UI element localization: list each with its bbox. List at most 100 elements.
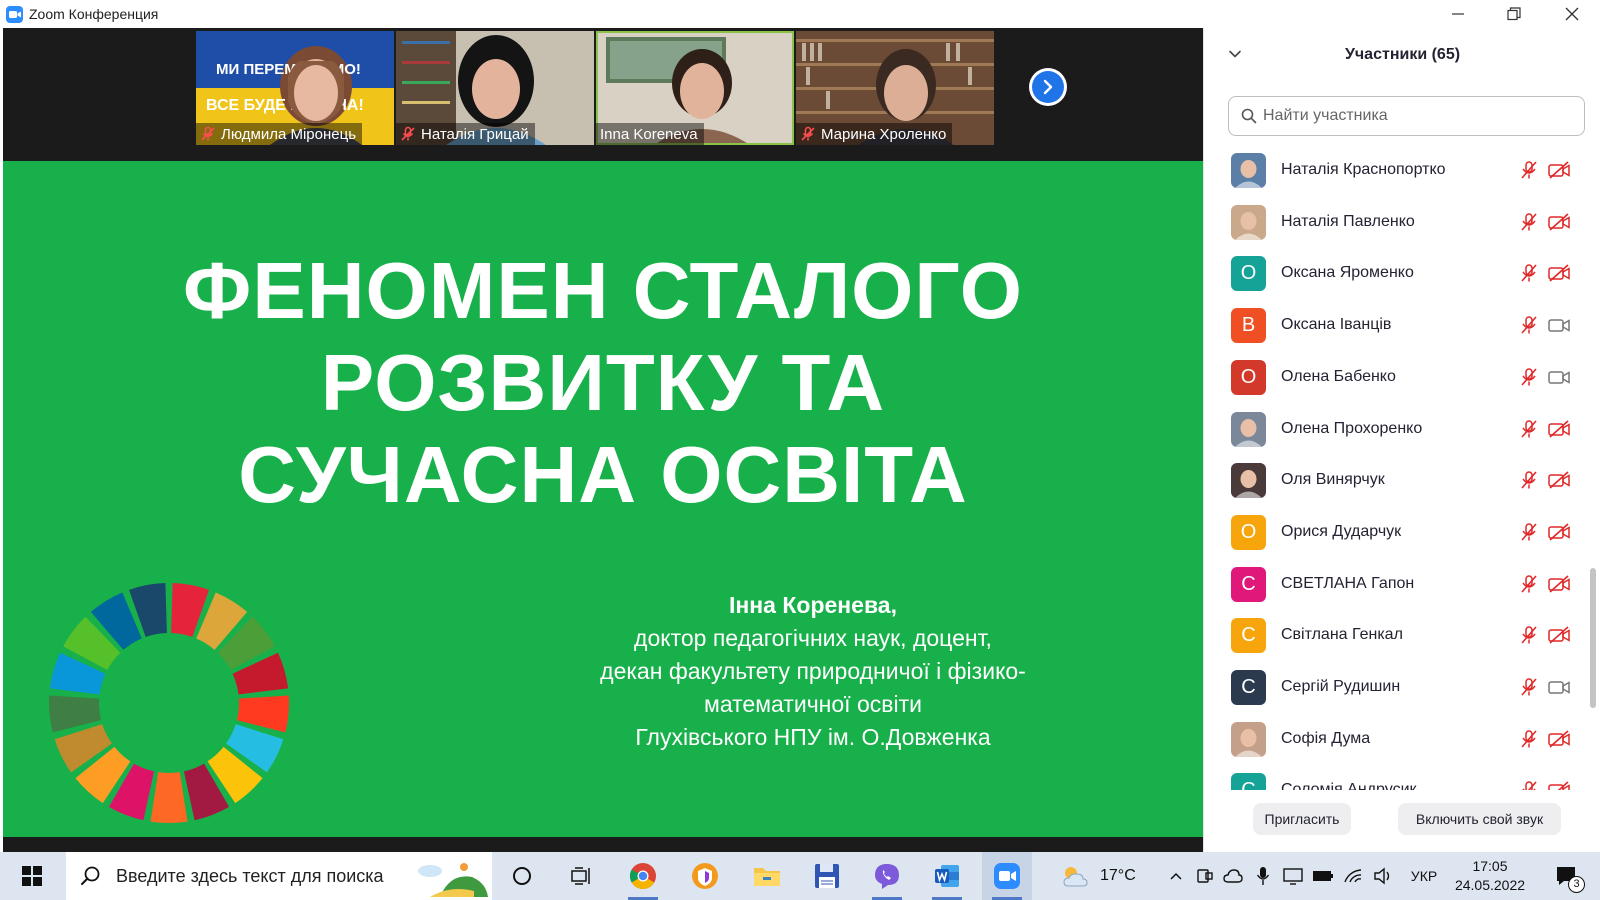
sdg-wheel-segment	[236, 695, 289, 733]
video-off-icon[interactable]	[1547, 574, 1571, 594]
avatar-initial: С	[1231, 773, 1266, 790]
cortana-button[interactable]	[498, 852, 546, 900]
participant-row[interactable]: С Сергій Рудишин	[1204, 662, 1584, 713]
participant-row[interactable]: О Олена Бабенко	[1204, 352, 1584, 403]
mic-muted-icon[interactable]	[1519, 677, 1539, 697]
avatar-photo	[1231, 153, 1266, 188]
video-off-icon[interactable]	[1547, 160, 1571, 180]
notifications-button[interactable]: 3	[1546, 852, 1586, 900]
mic-muted-icon[interactable]	[1519, 729, 1539, 749]
mic-muted-icon[interactable]	[1519, 212, 1539, 232]
video-camera-icon[interactable]	[1547, 315, 1571, 335]
participant-row[interactable]: С СВЕТЛАНА Гапон	[1204, 559, 1584, 610]
video-camera-icon[interactable]	[1547, 367, 1571, 387]
taskbar-app-chrome[interactable]	[618, 852, 668, 900]
video-tile[interactable]: Марина Хроленко	[796, 31, 994, 145]
mic-muted-icon[interactable]	[1519, 419, 1539, 439]
video-off-icon[interactable]	[1547, 780, 1571, 790]
mic-muted-icon[interactable]	[1519, 574, 1539, 594]
taskbar-app-zoom-active[interactable]	[982, 852, 1032, 900]
author-name: Інна Коренева,	[729, 592, 897, 618]
video-off-icon[interactable]	[1547, 729, 1571, 749]
start-button[interactable]	[8, 852, 56, 900]
video-tile-active-speaker[interactable]: Inna Koreneva	[596, 31, 794, 145]
mic-muted-icon[interactable]	[1519, 470, 1539, 490]
participant-name: Оксана Іванців	[1281, 316, 1392, 334]
invite-button[interactable]: Пригласить	[1253, 803, 1351, 835]
participant-name: Олена Прохоренко	[1281, 419, 1423, 437]
video-off-icon[interactable]	[1547, 212, 1571, 232]
zoom-logo-icon	[6, 5, 23, 23]
mic-muted-icon[interactable]	[1519, 522, 1539, 542]
tray-cloud[interactable]	[1220, 852, 1246, 900]
weather-temperature: 17°C	[1100, 867, 1136, 884]
mic-muted-icon[interactable]	[1519, 625, 1539, 645]
mic-muted-icon[interactable]	[1519, 160, 1539, 180]
tray-microphone[interactable]	[1250, 852, 1276, 900]
participant-face-overlay	[288, 61, 344, 123]
taskbar-search-box[interactable]: Введите здесь текст для поиска	[66, 852, 492, 900]
video-off-icon[interactable]	[1547, 419, 1571, 439]
mic-muted-icon[interactable]	[1519, 315, 1539, 335]
participant-row[interactable]: Софія Дума	[1204, 714, 1584, 765]
taskbar-app-viber[interactable]	[862, 852, 912, 900]
participant-row[interactable]: О Оксана Яроменко	[1204, 248, 1584, 299]
next-page-button[interactable]	[1029, 68, 1067, 106]
windows-taskbar: Введите здесь текст для поиска 17°C УКР …	[0, 852, 1600, 900]
video-tile[interactable]: Наталія Грицай	[396, 31, 594, 145]
window-title: Zoom Конференция	[29, 6, 159, 22]
viber-icon	[875, 864, 899, 889]
panel-title: Участники (65)	[1344, 46, 1461, 63]
participant-row[interactable]: О Орися Дударчук	[1204, 507, 1584, 558]
close-window-button[interactable]	[1544, 0, 1600, 28]
participant-name: Оля Винярчук	[1281, 471, 1385, 489]
video-off-icon[interactable]	[1547, 625, 1571, 645]
taskbar-app-word[interactable]	[922, 852, 972, 900]
avatar-initial: С	[1231, 566, 1266, 602]
video-off-icon[interactable]	[1547, 522, 1571, 542]
taskbar-app-file-explorer[interactable]	[742, 852, 792, 900]
tile-participant-name: Inna Koreneva	[600, 125, 698, 143]
participant-row[interactable]: Олена Прохоренко	[1204, 404, 1584, 455]
tray-wifi[interactable]	[1340, 852, 1366, 900]
search-icon	[81, 866, 100, 885]
weather-widget[interactable]: 17°C	[1060, 852, 1164, 900]
tile-name-bar: Inna Koreneva	[596, 123, 704, 145]
mic-muted-icon[interactable]	[1519, 263, 1539, 283]
participant-row[interactable]: Наталія Павленко	[1204, 197, 1584, 248]
participant-search[interactable]	[1228, 96, 1585, 136]
video-off-icon[interactable]	[1547, 263, 1571, 283]
tray-language[interactable]: УКР	[1404, 852, 1444, 900]
tray-expand-button[interactable]	[1164, 852, 1188, 900]
video-camera-icon[interactable]	[1547, 677, 1571, 697]
tray-clock[interactable]: 17:05 24.05.2022	[1450, 852, 1530, 900]
restore-icon	[1507, 7, 1521, 21]
tray-meet-now[interactable]	[1192, 852, 1218, 900]
participant-row[interactable]: Оля Винярчук	[1204, 455, 1584, 506]
minimize-button[interactable]	[1430, 0, 1486, 28]
video-off-icon[interactable]	[1547, 470, 1571, 490]
search-input[interactable]	[1263, 107, 1563, 125]
tray-display[interactable]	[1280, 852, 1306, 900]
task-view-button[interactable]	[558, 852, 606, 900]
minimize-icon	[1452, 13, 1464, 15]
cloud-icon	[1223, 869, 1243, 883]
participant-row[interactable]: В Оксана Іванців	[1204, 300, 1584, 351]
participant-name: Наталія Краснопортко	[1281, 161, 1446, 178]
restore-button[interactable]	[1486, 0, 1542, 28]
notifications-badge: 3	[1568, 876, 1585, 893]
participant-name: Олена Бабенко	[1281, 367, 1396, 385]
taskbar-app-save[interactable]	[802, 852, 852, 900]
unmute-self-button[interactable]: Включить свой звук	[1398, 803, 1561, 835]
tray-volume[interactable]	[1370, 852, 1396, 900]
participant-row[interactable]: Наталія Краснопортко	[1204, 145, 1584, 196]
slide-title-line: РОЗВИТКУ ТА	[320, 338, 886, 427]
mic-muted-icon[interactable]	[1519, 780, 1539, 790]
tray-battery[interactable]	[1310, 852, 1336, 900]
video-tile[interactable]: МИ ПЕРЕМОЖЕМО! ВСЕ БУДЕ УКРАЇНА! Людмила…	[196, 31, 394, 145]
mic-muted-icon[interactable]	[1519, 367, 1539, 387]
participants-scrollbar[interactable]	[1590, 568, 1596, 708]
taskbar-app-vpn[interactable]	[680, 852, 730, 900]
participant-row[interactable]: С Світлана Генкал	[1204, 610, 1584, 661]
participant-row[interactable]: С Соломія Андрусик	[1204, 765, 1584, 790]
